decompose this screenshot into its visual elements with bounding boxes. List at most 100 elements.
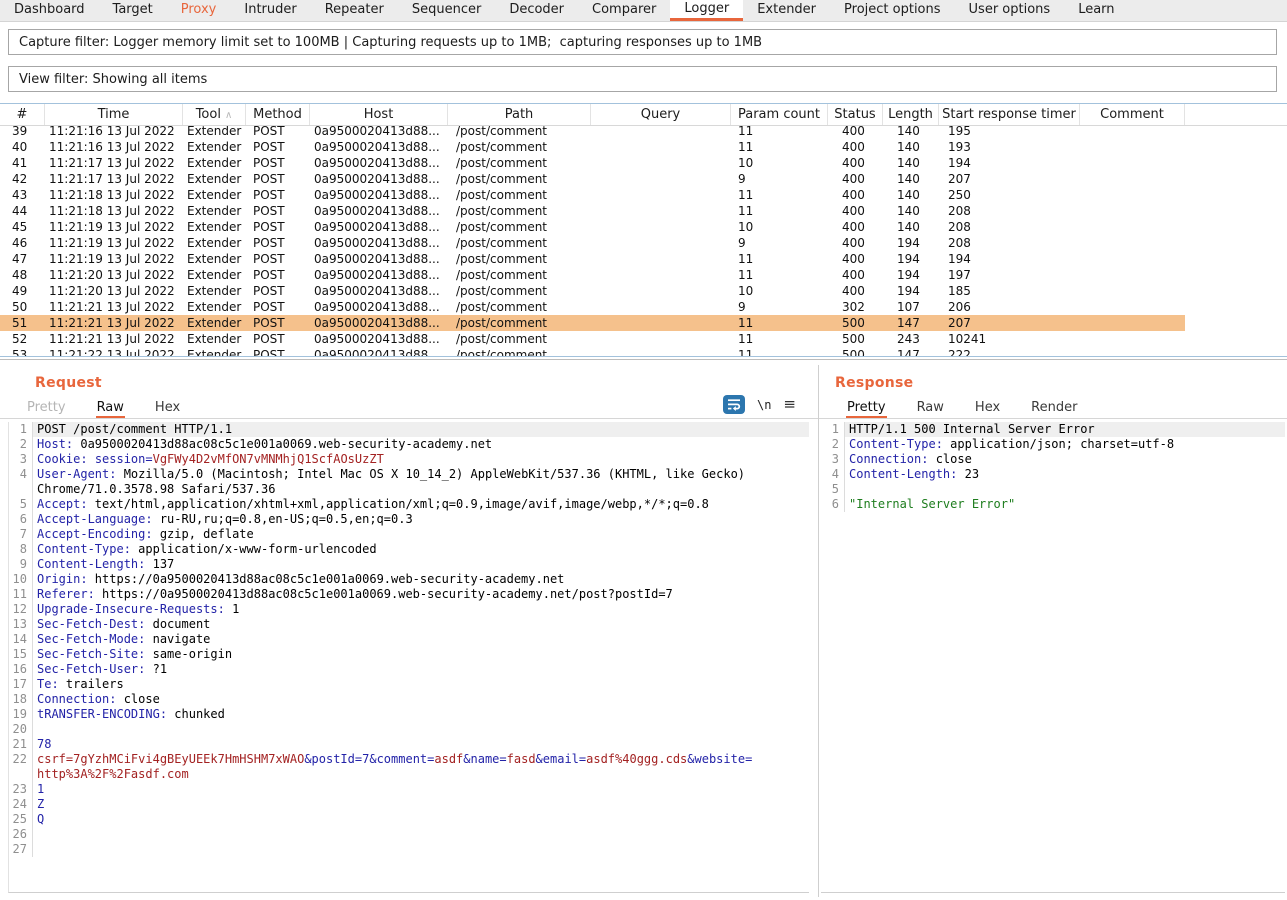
line-number: 21 [9,737,33,752]
main-tab-learn[interactable]: Learn [1064,0,1128,21]
request-editor-tabs: Pretty Raw Hex [26,398,181,419]
cell-path: /post/comment [448,171,591,187]
column-header-host[interactable]: Host [310,104,448,125]
cell-id: 42 [0,171,45,187]
line-number: 20 [9,722,33,737]
request-tab-raw[interactable]: Raw [96,398,125,419]
main-tab-proxy[interactable]: Proxy [167,0,231,21]
main-tab-project-options[interactable]: Project options [830,0,955,21]
log-row-52[interactable]: 5211:21:21 13 Jul 2022ExtenderPOST0a9500… [0,331,1287,347]
log-row-48[interactable]: 4811:21:20 13 Jul 2022ExtenderPOST0a9500… [0,267,1287,283]
column-header-query[interactable]: Query [591,104,731,125]
line-number: 4 [821,467,845,482]
cell-params: 11 [731,251,828,267]
cell-status: 500 [828,347,883,357]
request-tab-hex[interactable]: Hex [154,398,181,419]
cell-filler [1185,171,1287,187]
log-row-51[interactable]: 5111:21:21 13 Jul 2022ExtenderPOST0a9500… [0,315,1287,331]
request-panel: Request PrettyRawHex \n ≡ 1POST /post/co… [0,365,818,900]
main-tab-target[interactable]: Target [99,0,167,21]
column-header-status[interactable]: Status [828,104,883,125]
log-row-44[interactable]: 4411:21:18 13 Jul 2022ExtenderPOST0a9500… [0,203,1287,219]
request-line-12: 12Upgrade-Insecure-Requests: 1 [9,602,809,617]
cell-host: 0a9500020413d88... [310,235,448,251]
response-line-1: 1HTTP/1.1 500 Internal Server Error [821,422,1285,437]
main-tab-extender[interactable]: Extender [743,0,830,21]
cell-status: 400 [828,155,883,171]
newline-icon[interactable]: \n [757,398,771,412]
line-number: 12 [9,602,33,617]
main-tab-dashboard[interactable]: Dashboard [0,0,99,21]
response-tab-render[interactable]: Render [1030,398,1078,419]
request-editor[interactable]: 1POST /post/comment HTTP/1.12Host: 0a950… [8,422,809,893]
cell-tool: Extender [183,219,246,235]
column-header-params[interactable]: Param count [731,104,828,125]
main-tab-sequencer[interactable]: Sequencer [398,0,495,21]
response-editor[interactable]: 1HTTP/1.1 500 Internal Server Error2Cont… [821,422,1285,893]
request-line-26: 26 [9,827,809,842]
cell-host: 0a9500020413d88... [310,347,448,357]
cell-filler [1185,155,1287,171]
cell-timer: 194 [939,155,1080,171]
cell-comment [1080,299,1185,315]
response-line-6: 6"Internal Server Error" [821,497,1285,512]
column-header-timer[interactable]: Start response timer [939,104,1080,125]
logger-table[interactable]: #TimeTool∧MethodHostPathQueryParam count… [0,103,1287,357]
cell-length: 147 [883,347,939,357]
cell-query [591,187,731,203]
log-row-53[interactable]: 5311:21:22 13 Jul 2022ExtenderPOST0a9500… [0,347,1287,357]
log-row-49[interactable]: 4911:21:20 13 Jul 2022ExtenderPOST0a9500… [0,283,1287,299]
response-tab-pretty[interactable]: Pretty [846,398,887,419]
log-row-45[interactable]: 4511:21:19 13 Jul 2022ExtenderPOST0a9500… [0,219,1287,235]
column-header-id[interactable]: # [0,104,45,125]
column-header-tool[interactable]: Tool∧ [183,104,246,125]
line-number: 25 [9,812,33,827]
horizontal-splitter[interactable] [0,359,1287,360]
cell-comment [1080,347,1185,357]
log-row-41[interactable]: 4111:21:17 13 Jul 2022ExtenderPOST0a9500… [0,155,1287,171]
request-editor-toolbar: \n ≡ [723,395,796,414]
request-line-2: 2Host: 0a9500020413d88ac08c5c1e001a0069.… [9,437,809,452]
capture-filter-bar[interactable]: Capture filter: Logger memory limit set … [8,29,1277,55]
cell-query [591,331,731,347]
main-tab-repeater[interactable]: Repeater [311,0,398,21]
column-header-time[interactable]: Time [45,104,183,125]
main-tab-intruder[interactable]: Intruder [230,0,310,21]
column-header-method[interactable]: Method [246,104,310,125]
line-number: 16 [9,662,33,677]
cell-timer: 222 [939,347,1080,357]
cell-params: 11 [731,347,828,357]
column-header-path[interactable]: Path [448,104,591,125]
main-tab-comparer[interactable]: Comparer [578,0,670,21]
response-line-4: 4Content-Length: 23 [821,467,1285,482]
column-header-length[interactable]: Length [883,104,939,125]
response-tab-raw[interactable]: Raw [916,398,945,419]
request-tab-pretty[interactable]: Pretty [26,398,67,419]
request-line-24: 24Z [9,797,809,812]
request-line-9: 9Content-Length: 137 [9,557,809,572]
cell-query [591,203,731,219]
cell-params: 9 [731,299,828,315]
cell-timer: 206 [939,299,1080,315]
editor-menu-icon[interactable]: ≡ [783,397,796,412]
line-number: 5 [821,482,845,497]
cell-host: 0a9500020413d88... [310,203,448,219]
log-row-47[interactable]: 4711:21:19 13 Jul 2022ExtenderPOST0a9500… [0,251,1287,267]
response-line-5: 5 [821,482,1285,497]
word-wrap-icon[interactable] [723,395,745,414]
log-row-46[interactable]: 4611:21:19 13 Jul 2022ExtenderPOST0a9500… [0,235,1287,251]
request-line-25: 25Q [9,812,809,827]
column-header-comment[interactable]: Comment [1080,104,1185,125]
request-line-19: 19tRANSFER-ENCODING: chunked [9,707,809,722]
log-row-42[interactable]: 4211:21:17 13 Jul 2022ExtenderPOST0a9500… [0,171,1287,187]
main-tab-user-options[interactable]: User options [955,0,1065,21]
main-tab-decoder[interactable]: Decoder [495,0,578,21]
log-row-50[interactable]: 5011:21:21 13 Jul 2022ExtenderPOST0a9500… [0,299,1287,315]
view-filter-bar[interactable]: View filter: Showing all items [8,66,1277,92]
log-row-43[interactable]: 4311:21:18 13 Jul 2022ExtenderPOST0a9500… [0,187,1287,203]
main-tab-logger[interactable]: Logger [670,0,743,21]
cell-status: 400 [828,139,883,155]
cell-timer: 197 [939,267,1080,283]
log-row-40[interactable]: 4011:21:16 13 Jul 2022ExtenderPOST0a9500… [0,139,1287,155]
response-tab-hex[interactable]: Hex [974,398,1001,419]
